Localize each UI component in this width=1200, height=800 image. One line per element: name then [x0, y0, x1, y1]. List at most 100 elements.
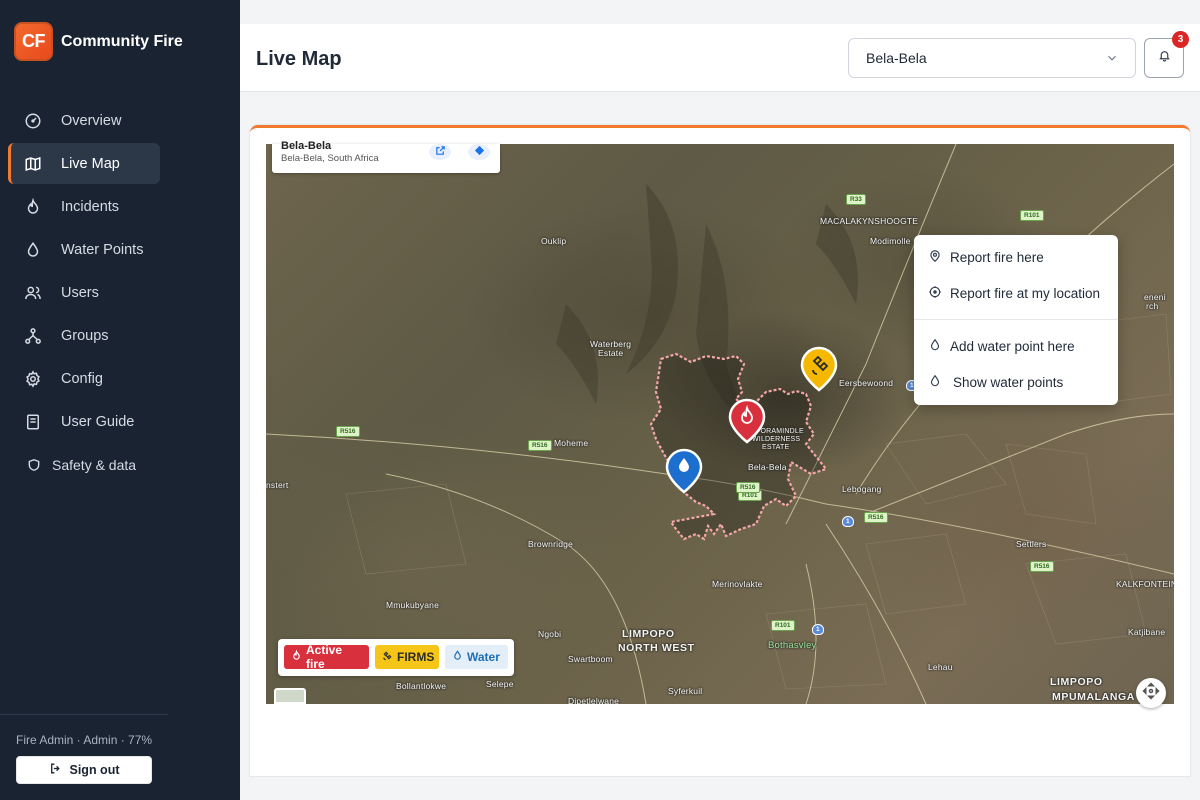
- map-label: MPUMALANGA: [1052, 691, 1135, 703]
- sidebar-item-live-map[interactable]: Live Map: [8, 143, 160, 184]
- sidebar-item-label: Safety & data: [52, 456, 137, 473]
- sidebar-item-groups[interactable]: Groups: [8, 315, 160, 356]
- map-label: nstert: [266, 480, 289, 490]
- road-shield: R516: [1030, 561, 1054, 572]
- user-info: Fire Admin · Admin · 77%: [16, 733, 153, 747]
- sidebar-item-water-points[interactable]: Water Points: [8, 229, 160, 270]
- map-pin-icon: [928, 249, 942, 266]
- book-icon: [22, 411, 44, 433]
- map-label: Lebogang: [842, 484, 882, 494]
- map-label: MACALAKYNSHOOGTE: [820, 216, 919, 226]
- map-label: Swartboom: [568, 654, 613, 664]
- sidebar-item-label: User Guide: [61, 413, 135, 430]
- sidebar-item-label: Live Map: [61, 155, 120, 172]
- sidebar-item-users[interactable]: Users: [8, 272, 160, 313]
- map-label: Bela-Bela: [748, 462, 787, 472]
- map-icon: [22, 153, 44, 175]
- sidebar-item-user-guide[interactable]: User Guide: [8, 401, 160, 442]
- droplet-icon: [22, 239, 44, 261]
- top-header: Live Map Bela-Bela 3: [240, 24, 1200, 92]
- place-title: Bela-Bela: [281, 140, 332, 152]
- map-label: Bollantlokwe: [396, 681, 447, 691]
- map-label: Lehau: [928, 662, 953, 672]
- menu-item-label: Report fire here: [950, 250, 1044, 265]
- legend-label: Water: [467, 650, 500, 664]
- gear-icon: [22, 368, 44, 390]
- legend-water[interactable]: Water: [445, 645, 508, 669]
- map-terrain: [266, 144, 1174, 704]
- users-icon: [22, 282, 44, 304]
- sidebar: CF Community Fire Overview Live Map Inci…: [0, 0, 240, 800]
- droplet-icon: [928, 374, 942, 391]
- road-shield: R101: [1020, 210, 1044, 221]
- legend-label: FIRMS: [397, 650, 435, 664]
- firms-marker[interactable]: [800, 346, 838, 397]
- sidebar-item-safety-data[interactable]: Safety & data: [8, 444, 160, 485]
- network-icon: [22, 325, 44, 347]
- map-label: Settlers: [1016, 539, 1047, 549]
- map-label: LIMPOPO: [622, 628, 675, 640]
- road-shield: 1: [812, 624, 824, 635]
- show-water-points-item[interactable]: Show water points: [928, 374, 1063, 391]
- sidebar-item-config[interactable]: Config: [8, 358, 160, 399]
- place-subtitle: Bela-Bela, South Africa: [281, 153, 379, 164]
- sign-out-button[interactable]: Sign out: [16, 756, 152, 784]
- map-legend: Active fire FIRMS Water: [278, 639, 514, 676]
- report-fire-my-location-item[interactable]: Report fire at my location: [928, 285, 1100, 302]
- road-shield: R33: [846, 194, 866, 205]
- map-label: Bothasvley: [768, 640, 817, 651]
- menu-item-label: Show water points: [953, 375, 1064, 390]
- bell-icon: [1158, 49, 1171, 67]
- location-select[interactable]: Bela-Bela: [848, 38, 1136, 78]
- brand[interactable]: CF Community Fire: [14, 22, 183, 61]
- sidebar-item-label: Overview: [61, 112, 122, 129]
- map-label: rch: [1146, 301, 1159, 311]
- sidebar-footer: Fire Admin · Admin · 77% Sign out: [0, 714, 168, 800]
- map-label: Syferkuil: [668, 686, 703, 696]
- map-label: Mmukubyane: [386, 600, 440, 610]
- crosshair-icon: [928, 285, 942, 302]
- droplet-icon: [928, 338, 942, 355]
- map-label: Selepe: [486, 679, 514, 689]
- sign-out-icon: [49, 762, 62, 778]
- sidebar-nav: Overview Live Map Incidents Water Points…: [8, 100, 160, 487]
- map-label: ESTATE: [762, 444, 790, 451]
- droplet-icon: [452, 650, 463, 664]
- add-water-point-item[interactable]: Add water point here: [928, 338, 1075, 355]
- flame-icon: [22, 196, 44, 218]
- live-map[interactable]: MACALAKYNSHOOGTE Modimolle Ouklip Waterb…: [266, 144, 1174, 704]
- map-label: Modimolle: [870, 236, 911, 246]
- map-label: NORTH WEST: [618, 642, 695, 654]
- map-label: Dipetlelwane: [568, 696, 620, 704]
- menu-divider: [914, 319, 1118, 320]
- external-link-icon: [435, 143, 446, 161]
- map-label: KALKFONTEIN: [1116, 579, 1174, 589]
- active-fire-marker[interactable]: [728, 398, 766, 449]
- brand-name: Community Fire: [61, 32, 183, 50]
- directions-button[interactable]: [468, 144, 490, 160]
- satellite-icon: [382, 650, 393, 664]
- water-point-marker[interactable]: [665, 448, 703, 499]
- legend-firms[interactable]: FIRMS: [375, 645, 439, 669]
- sidebar-item-label: Config: [61, 370, 103, 387]
- sidebar-item-label: Water Points: [61, 241, 144, 258]
- open-external-button[interactable]: [429, 144, 451, 160]
- legend-label: Active fire: [306, 643, 343, 671]
- layer-thumbnail[interactable]: [274, 688, 306, 704]
- sidebar-item-label: Users: [61, 284, 99, 301]
- sidebar-item-overview[interactable]: Overview: [8, 100, 160, 141]
- map-label: Merinovlakte: [712, 579, 763, 589]
- recenter-button[interactable]: [1136, 678, 1166, 708]
- legend-active-fire[interactable]: Active fire: [284, 643, 369, 671]
- map-label: Brownridge: [528, 539, 573, 549]
- report-fire-here-item[interactable]: Report fire here: [928, 249, 1044, 266]
- gauge-icon: [22, 110, 44, 132]
- sidebar-item-label: Incidents: [61, 198, 120, 215]
- sign-out-label: Sign out: [69, 763, 120, 777]
- place-info-card: Bela-Bela Bela-Bela, South Africa: [272, 140, 500, 173]
- shield-icon: [26, 454, 42, 476]
- map-label: Ngobi: [538, 629, 562, 639]
- road-shield: R101: [771, 620, 795, 631]
- map-label: LIMPOPO: [1050, 676, 1103, 688]
- sidebar-item-incidents[interactable]: Incidents: [8, 186, 160, 227]
